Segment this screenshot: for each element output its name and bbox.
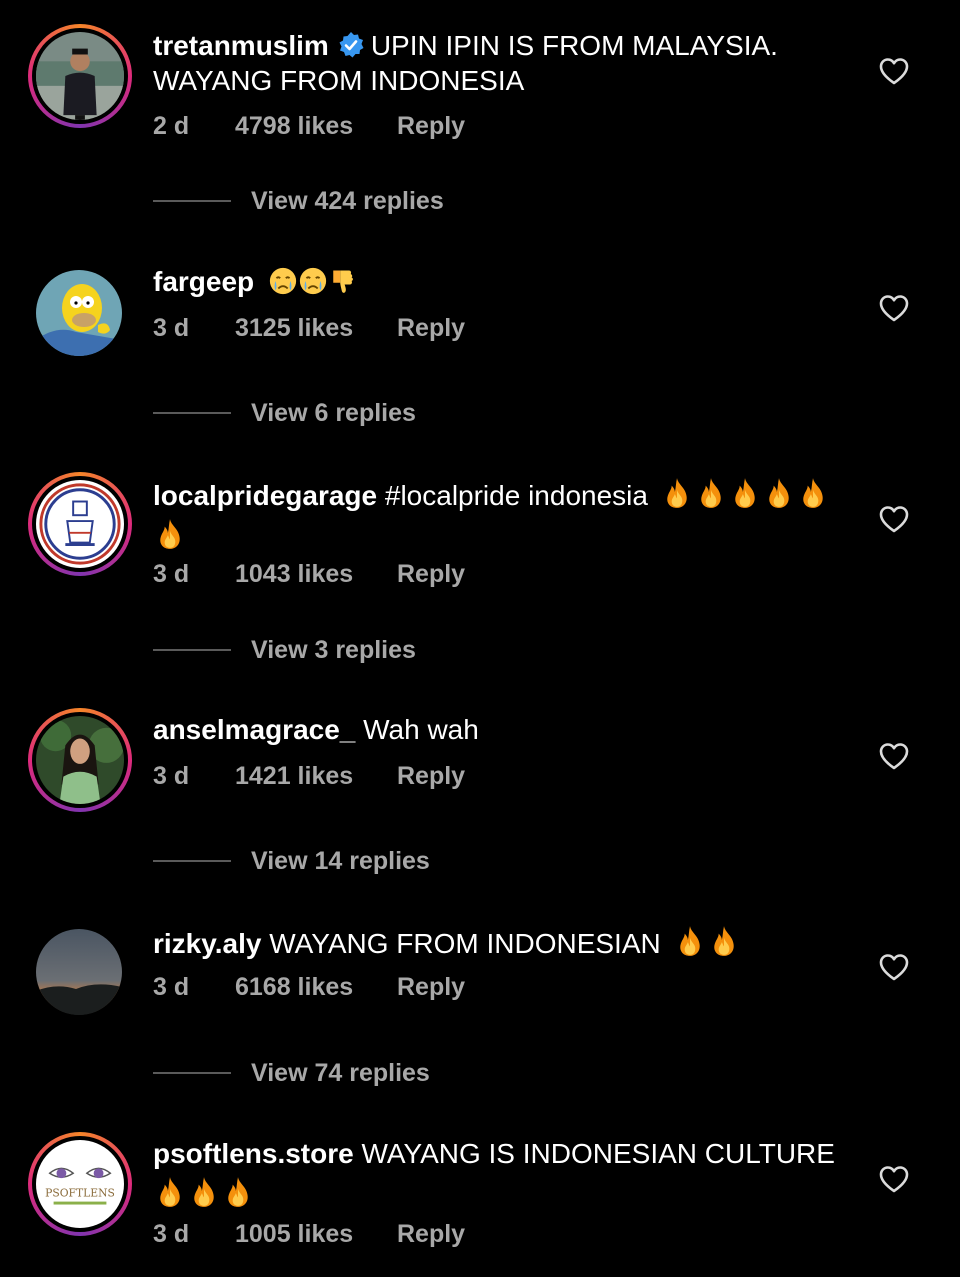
heart-icon[interactable] [878, 56, 910, 86]
username[interactable]: psoftlens.store [153, 1138, 354, 1169]
comment-meta: 2 d 4798 likes Reply [153, 112, 465, 141]
fire-emoji-icon [728, 476, 762, 510]
psoftlens-logo-avatar-icon: PSOFTLENS [36, 1140, 124, 1228]
avatar[interactable] [36, 270, 122, 356]
comment-body: fargeep [153, 264, 853, 299]
sunset-landscape-avatar-icon [36, 929, 122, 1015]
crying-face-emoji-icon [298, 266, 328, 296]
heart-icon[interactable] [878, 293, 910, 323]
view-replies-button[interactable]: View 14 replies [153, 846, 430, 876]
avatar[interactable]: PSOFTLENS [28, 1132, 132, 1236]
crying-face-emoji-icon [268, 266, 298, 296]
comment-body: localpridegarage #localpride indonesia [153, 476, 853, 554]
likes-count[interactable]: 6168 likes [235, 973, 397, 1002]
likes-count[interactable]: 4798 likes [235, 112, 397, 141]
view-replies-button[interactable]: View 424 replies [153, 186, 444, 216]
avatar[interactable] [36, 929, 122, 1015]
divider-line [153, 412, 231, 414]
verified-badge-icon [339, 32, 364, 58]
heart-icon[interactable] [878, 504, 910, 534]
view-replies-label: View 424 replies [251, 186, 444, 215]
fire-emoji-icon [153, 1175, 187, 1209]
fire-emoji-icon [153, 517, 187, 551]
fire-emoji-icon [221, 1175, 255, 1209]
reply-button[interactable]: Reply [397, 314, 465, 343]
heart-icon[interactable] [878, 1164, 910, 1194]
timestamp: 3 d [153, 314, 190, 342]
view-replies-button[interactable]: View 6 replies [153, 398, 416, 428]
fire-emoji-icon [707, 924, 741, 958]
reply-button[interactable]: Reply [397, 973, 465, 1002]
timestamp: 3 d [153, 762, 190, 790]
fire-emoji-icon [694, 476, 728, 510]
cartoon-character-avatar-icon [36, 270, 122, 356]
likes-count[interactable]: 1005 likes [235, 1220, 397, 1249]
comment-meta: 3 d 1421 likes Reply [153, 762, 465, 791]
man-portrait-avatar-icon [36, 32, 124, 120]
comment-text: #localpride indonesia [384, 480, 648, 511]
comment-meta: 3 d 1043 likes Reply [153, 560, 465, 589]
comment-meta: 3 d 1005 likes Reply [153, 1220, 465, 1249]
fire-emoji-icon [796, 476, 830, 510]
timestamp: 3 d [153, 560, 190, 588]
comment-text: Wah wah [363, 714, 479, 745]
view-replies-button[interactable]: View 74 replies [153, 1058, 430, 1088]
view-replies-label: View 74 replies [251, 1058, 430, 1087]
comment-text: WAYANG FROM INDONESIAN [269, 928, 661, 959]
view-replies-button[interactable]: View 3 replies [153, 635, 416, 665]
view-replies-label: View 14 replies [251, 846, 430, 875]
likes-count[interactable]: 1421 likes [235, 762, 397, 791]
comment-meta: 3 d 3125 likes Reply [153, 314, 465, 343]
timestamp: 2 d [153, 112, 190, 140]
thumbs-down-emoji-icon [328, 266, 356, 296]
likes-count[interactable]: 3125 likes [235, 314, 397, 343]
view-replies-label: View 6 replies [251, 398, 416, 427]
username[interactable]: localpridegarage [153, 480, 377, 511]
fire-emoji-icon [660, 476, 694, 510]
view-replies-label: View 3 replies [251, 635, 416, 664]
heart-icon[interactable] [878, 952, 910, 982]
divider-line [153, 649, 231, 651]
username[interactable]: anselmagrace_ [153, 714, 355, 745]
comment-body: anselmagrace_ Wah wah [153, 712, 853, 747]
likes-count[interactable]: 1043 likes [235, 560, 397, 589]
reply-button[interactable]: Reply [397, 112, 465, 141]
reply-button[interactable]: Reply [397, 762, 465, 791]
comment-text: WAYANG IS INDONESIAN CULTURE [361, 1138, 835, 1169]
comment-meta: 3 d 6168 likes Reply [153, 973, 465, 1002]
fire-emoji-icon [762, 476, 796, 510]
divider-line [153, 1072, 231, 1074]
username[interactable]: tretanmuslim [153, 30, 329, 61]
timestamp: 3 d [153, 1220, 190, 1248]
divider-line [153, 860, 231, 862]
comment-body: psoftlens.store WAYANG IS INDONESIAN CUL… [153, 1136, 853, 1212]
psoftlens-logo-text: PSOFTLENS [45, 1187, 115, 1200]
comment-text: UPIN IPIN IS FROM MALAYSIA. [370, 30, 778, 61]
reply-button[interactable]: Reply [397, 560, 465, 589]
comment-body: tretanmuslim UPIN IPIN IS FROM MALAYSIA. … [153, 28, 853, 98]
username[interactable]: rizky.aly [153, 928, 261, 959]
username[interactable]: fargeep [153, 266, 254, 297]
comment-body: rizky.aly WAYANG FROM INDONESIAN [153, 924, 853, 961]
heart-icon[interactable] [878, 741, 910, 771]
fire-emoji-icon [673, 924, 707, 958]
comment-text-line2: WAYANG FROM INDONESIA [153, 65, 525, 96]
fire-emoji-icon [187, 1175, 221, 1209]
logo-badge-avatar-icon [36, 480, 124, 568]
avatar[interactable] [28, 708, 132, 812]
avatar[interactable] [28, 472, 132, 576]
avatar[interactable] [28, 24, 132, 128]
woman-portrait-avatar-icon [36, 716, 124, 804]
divider-line [153, 200, 231, 202]
reply-button[interactable]: Reply [397, 1220, 465, 1249]
timestamp: 3 d [153, 973, 190, 1001]
